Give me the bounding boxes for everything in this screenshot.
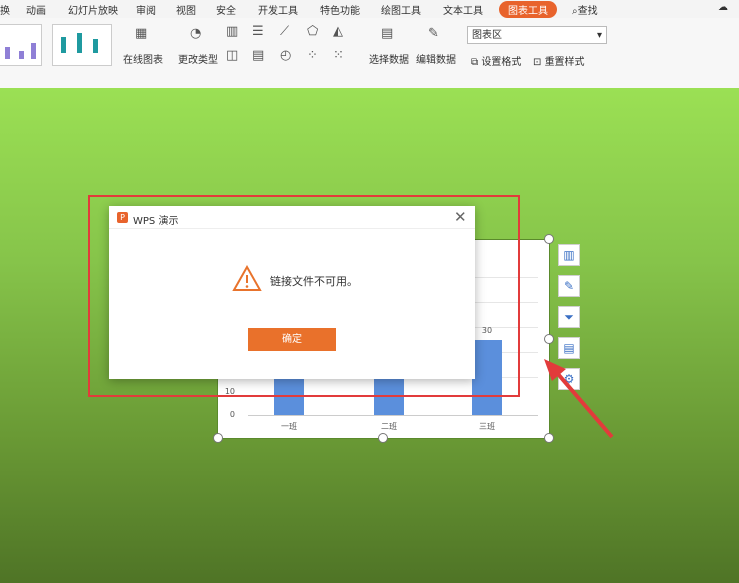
- chart-style-thumbnail[interactable]: [0, 24, 42, 66]
- alert-dialog: P WPS 演示 ✕ 链接文件不可用。 确定: [109, 206, 475, 379]
- tab-chart-tools[interactable]: 图表工具: [499, 1, 557, 18]
- dialog-title: WPS 演示: [133, 216, 179, 227]
- bar-erban[interactable]: [374, 377, 404, 415]
- tab-text-tools[interactable]: 文本工具: [443, 2, 483, 17]
- bar-yiban[interactable]: [274, 377, 304, 415]
- tab-switch[interactable]: 换: [0, 2, 10, 17]
- online-chart-icon: ▦: [135, 26, 148, 41]
- chart-style-preview-icon: [5, 43, 36, 59]
- tab-developer[interactable]: 开发工具: [258, 2, 298, 17]
- resize-handle-top-right[interactable]: [544, 234, 554, 244]
- pie-chart-icon[interactable]: ◴: [280, 48, 291, 63]
- tab-slideshow[interactable]: 幻灯片放映: [68, 2, 118, 17]
- bar-chart-icon[interactable]: ☰: [252, 24, 264, 39]
- edit-data-icon: ✎: [428, 26, 439, 41]
- ribbon-tab-bar: 换 动画 幻灯片放映 审阅 视图 安全 开发工具 特色功能 绘图工具 文本工具 …: [0, 0, 739, 18]
- resize-handle-bottom-left[interactable]: [213, 433, 223, 443]
- chevron-down-icon: ▾: [596, 30, 602, 41]
- cloud-icon[interactable]: ☁: [718, 2, 728, 13]
- dialog-message: 链接文件不可用。: [270, 275, 358, 288]
- red-arrow-annotation: [544, 359, 614, 439]
- radar-chart-icon[interactable]: ⬠: [307, 24, 318, 39]
- edit-data-button[interactable]: 编辑数据: [416, 51, 456, 66]
- scatter-chart-icon[interactable]: ⁘: [307, 48, 318, 63]
- resize-handle-right-center[interactable]: [544, 334, 554, 344]
- select-data-button[interactable]: 选择数据: [369, 51, 409, 66]
- tab-animation[interactable]: 动画: [26, 2, 46, 17]
- warning-icon: [232, 265, 262, 291]
- reset-icon: ⊡: [533, 57, 545, 68]
- chart-style-preview-icon: [61, 33, 98, 53]
- format-icon: ⧉: [471, 57, 482, 68]
- x-tick-label: 三班: [479, 422, 495, 431]
- tab-features[interactable]: 特色功能: [320, 2, 360, 17]
- bar-sanban[interactable]: [472, 340, 502, 415]
- online-chart-button[interactable]: 在线图表: [123, 51, 163, 66]
- x-tick-label: 二班: [381, 422, 397, 431]
- data-label: 30: [481, 326, 493, 335]
- search-button[interactable]: ⌕查找: [572, 2, 598, 17]
- wps-logo-icon: P: [117, 212, 128, 223]
- close-icon[interactable]: ✕: [454, 208, 467, 226]
- tab-drawing-tools[interactable]: 绘图工具: [381, 2, 421, 17]
- chart-filter-icon[interactable]: ⏷: [558, 306, 580, 328]
- y-tick-label: 10: [224, 387, 235, 396]
- ok-button[interactable]: 确定: [248, 328, 336, 351]
- chart-element-select[interactable]: 图表区 ▾: [467, 26, 607, 44]
- y-tick-label: 0: [229, 410, 235, 419]
- stock-chart-icon[interactable]: ▤: [252, 48, 264, 63]
- dialog-divider: [109, 228, 475, 229]
- x-tick-label: 一班: [281, 422, 297, 431]
- chart-style-thumbnail-selected[interactable]: [52, 24, 112, 66]
- chart-elements-icon[interactable]: ▥: [558, 244, 580, 266]
- tab-view[interactable]: 视图: [176, 2, 196, 17]
- tab-security[interactable]: 安全: [216, 2, 236, 17]
- column-chart-icon[interactable]: ▥: [226, 24, 238, 39]
- select-data-icon: ▤: [381, 26, 394, 41]
- reset-style-button[interactable]: ⊡ 重置样式: [533, 53, 585, 68]
- change-type-icon: ◔: [190, 26, 202, 41]
- x-axis-line: [248, 415, 538, 416]
- line-chart-icon[interactable]: ⟋: [280, 24, 289, 39]
- combo-chart-icon[interactable]: ◫: [226, 48, 238, 63]
- change-type-button[interactable]: 更改类型: [178, 51, 218, 66]
- ribbon-toolbar: ▦ 在线图表 ◔ 更改类型 ▥ ☰ ⟋ ⬠ ◭ ◫ ▤ ◴ ⁘ ⁙ ▤ 选择数据…: [0, 18, 739, 89]
- chart-style-brush-icon[interactable]: ✎: [558, 275, 580, 297]
- set-format-button[interactable]: ⧉ 设置格式: [471, 53, 521, 68]
- tab-review[interactable]: 审阅: [136, 2, 156, 17]
- resize-handle-bottom-center[interactable]: [378, 433, 388, 443]
- more-charts-icon[interactable]: ⁙: [333, 48, 344, 63]
- area-chart-icon[interactable]: ◭: [333, 24, 343, 39]
